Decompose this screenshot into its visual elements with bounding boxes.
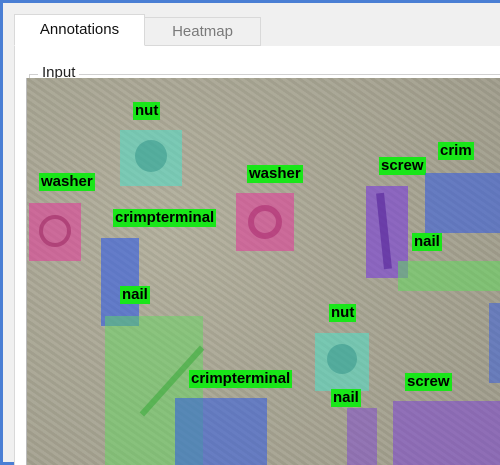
annotation-label: nail	[331, 389, 361, 407]
nail-box[interactable]	[398, 261, 500, 291]
annotation-label: crim	[438, 142, 474, 160]
washer-object	[248, 205, 282, 239]
crimpterminal-box[interactable]	[425, 173, 500, 233]
annotation-label: nail	[412, 233, 442, 251]
nail-box[interactable]	[101, 238, 139, 326]
annotation-label: washer	[39, 173, 95, 191]
object-box[interactable]	[489, 303, 500, 383]
tab-annotations[interactable]: Annotations	[14, 14, 145, 46]
nut-object	[327, 344, 357, 374]
crimpterminal-box[interactable]	[175, 398, 267, 465]
annotation-label: crimpterminal	[189, 370, 293, 388]
nail-box[interactable]	[347, 408, 377, 465]
annotation-label: nut	[329, 304, 357, 322]
annotation-label: crimpterminal	[113, 209, 217, 227]
screw-box[interactable]	[393, 401, 500, 465]
nut-object	[135, 140, 167, 172]
annotation-label: screw	[405, 373, 452, 391]
annotation-label: washer	[247, 165, 303, 183]
annotation-label: nail	[120, 286, 150, 304]
washer-object	[39, 215, 71, 247]
annotation-label: nut	[133, 102, 161, 120]
tab-heatmap[interactable]: Heatmap	[145, 17, 261, 46]
tab-bar: Annotations Heatmap	[14, 14, 500, 47]
annotation-image-view[interactable]: washer nut crimpterminal washer nail scr…	[26, 78, 500, 465]
annotation-label: screw	[379, 157, 426, 175]
